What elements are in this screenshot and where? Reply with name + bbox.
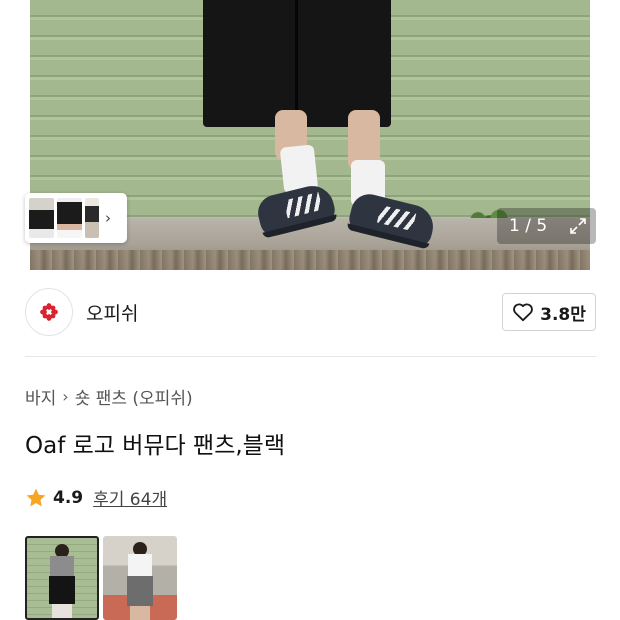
image-counter-text: 1 / 5: [509, 216, 548, 236]
rating-row: 4.9 후기 64개: [25, 485, 167, 510]
style-option-2[interactable]: [103, 536, 177, 620]
like-count: 3.8만: [540, 304, 586, 325]
review-count-link[interactable]: 후기 64개: [93, 485, 167, 510]
model-shorts: [127, 576, 153, 606]
product-title: Oaf 로고 버뮤다 팬츠,블랙: [25, 433, 285, 459]
image-counter: 1 / 5: [497, 208, 596, 244]
like-button[interactable]: 3.8만: [502, 293, 596, 331]
model-shorts: [49, 576, 75, 604]
model-top: [128, 554, 152, 576]
model-pants: [203, 0, 391, 127]
model-legs: [130, 606, 150, 620]
image-thumbnail-strip[interactable]: ›: [25, 193, 127, 243]
brand-name[interactable]: 오피쉬: [86, 299, 138, 326]
breadcrumb: 바지 › 숏 팬츠 (오피쉬): [25, 384, 193, 409]
chevron-right-icon: ›: [62, 387, 69, 406]
star-icon: [26, 488, 46, 506]
product-image-gallery[interactable]: › 1 / 5: [0, 0, 620, 270]
brand-logo[interactable]: [25, 288, 73, 336]
brand-row: 오피쉬 3.8만: [25, 288, 596, 337]
chevron-right-icon[interactable]: ›: [105, 209, 111, 227]
brand-logo-mark: [40, 303, 58, 321]
thumbnail-1[interactable]: [29, 198, 54, 238]
heart-icon: [513, 303, 533, 322]
rating-value: 4.9: [53, 487, 84, 508]
model-socks: [52, 604, 72, 618]
section-divider: [25, 356, 596, 357]
thumbnail-2[interactable]: [57, 198, 82, 238]
style-option-1[interactable]: [25, 536, 99, 620]
dirt-edge: [30, 250, 590, 270]
expand-icon[interactable]: [568, 216, 588, 236]
style-options: [25, 536, 177, 620]
model-top: [50, 556, 74, 578]
thumbnail-3[interactable]: [85, 198, 99, 238]
breadcrumb-subcategory[interactable]: 숏 팬츠 (오피쉬): [75, 384, 193, 409]
breadcrumb-category[interactable]: 바지: [25, 384, 56, 409]
